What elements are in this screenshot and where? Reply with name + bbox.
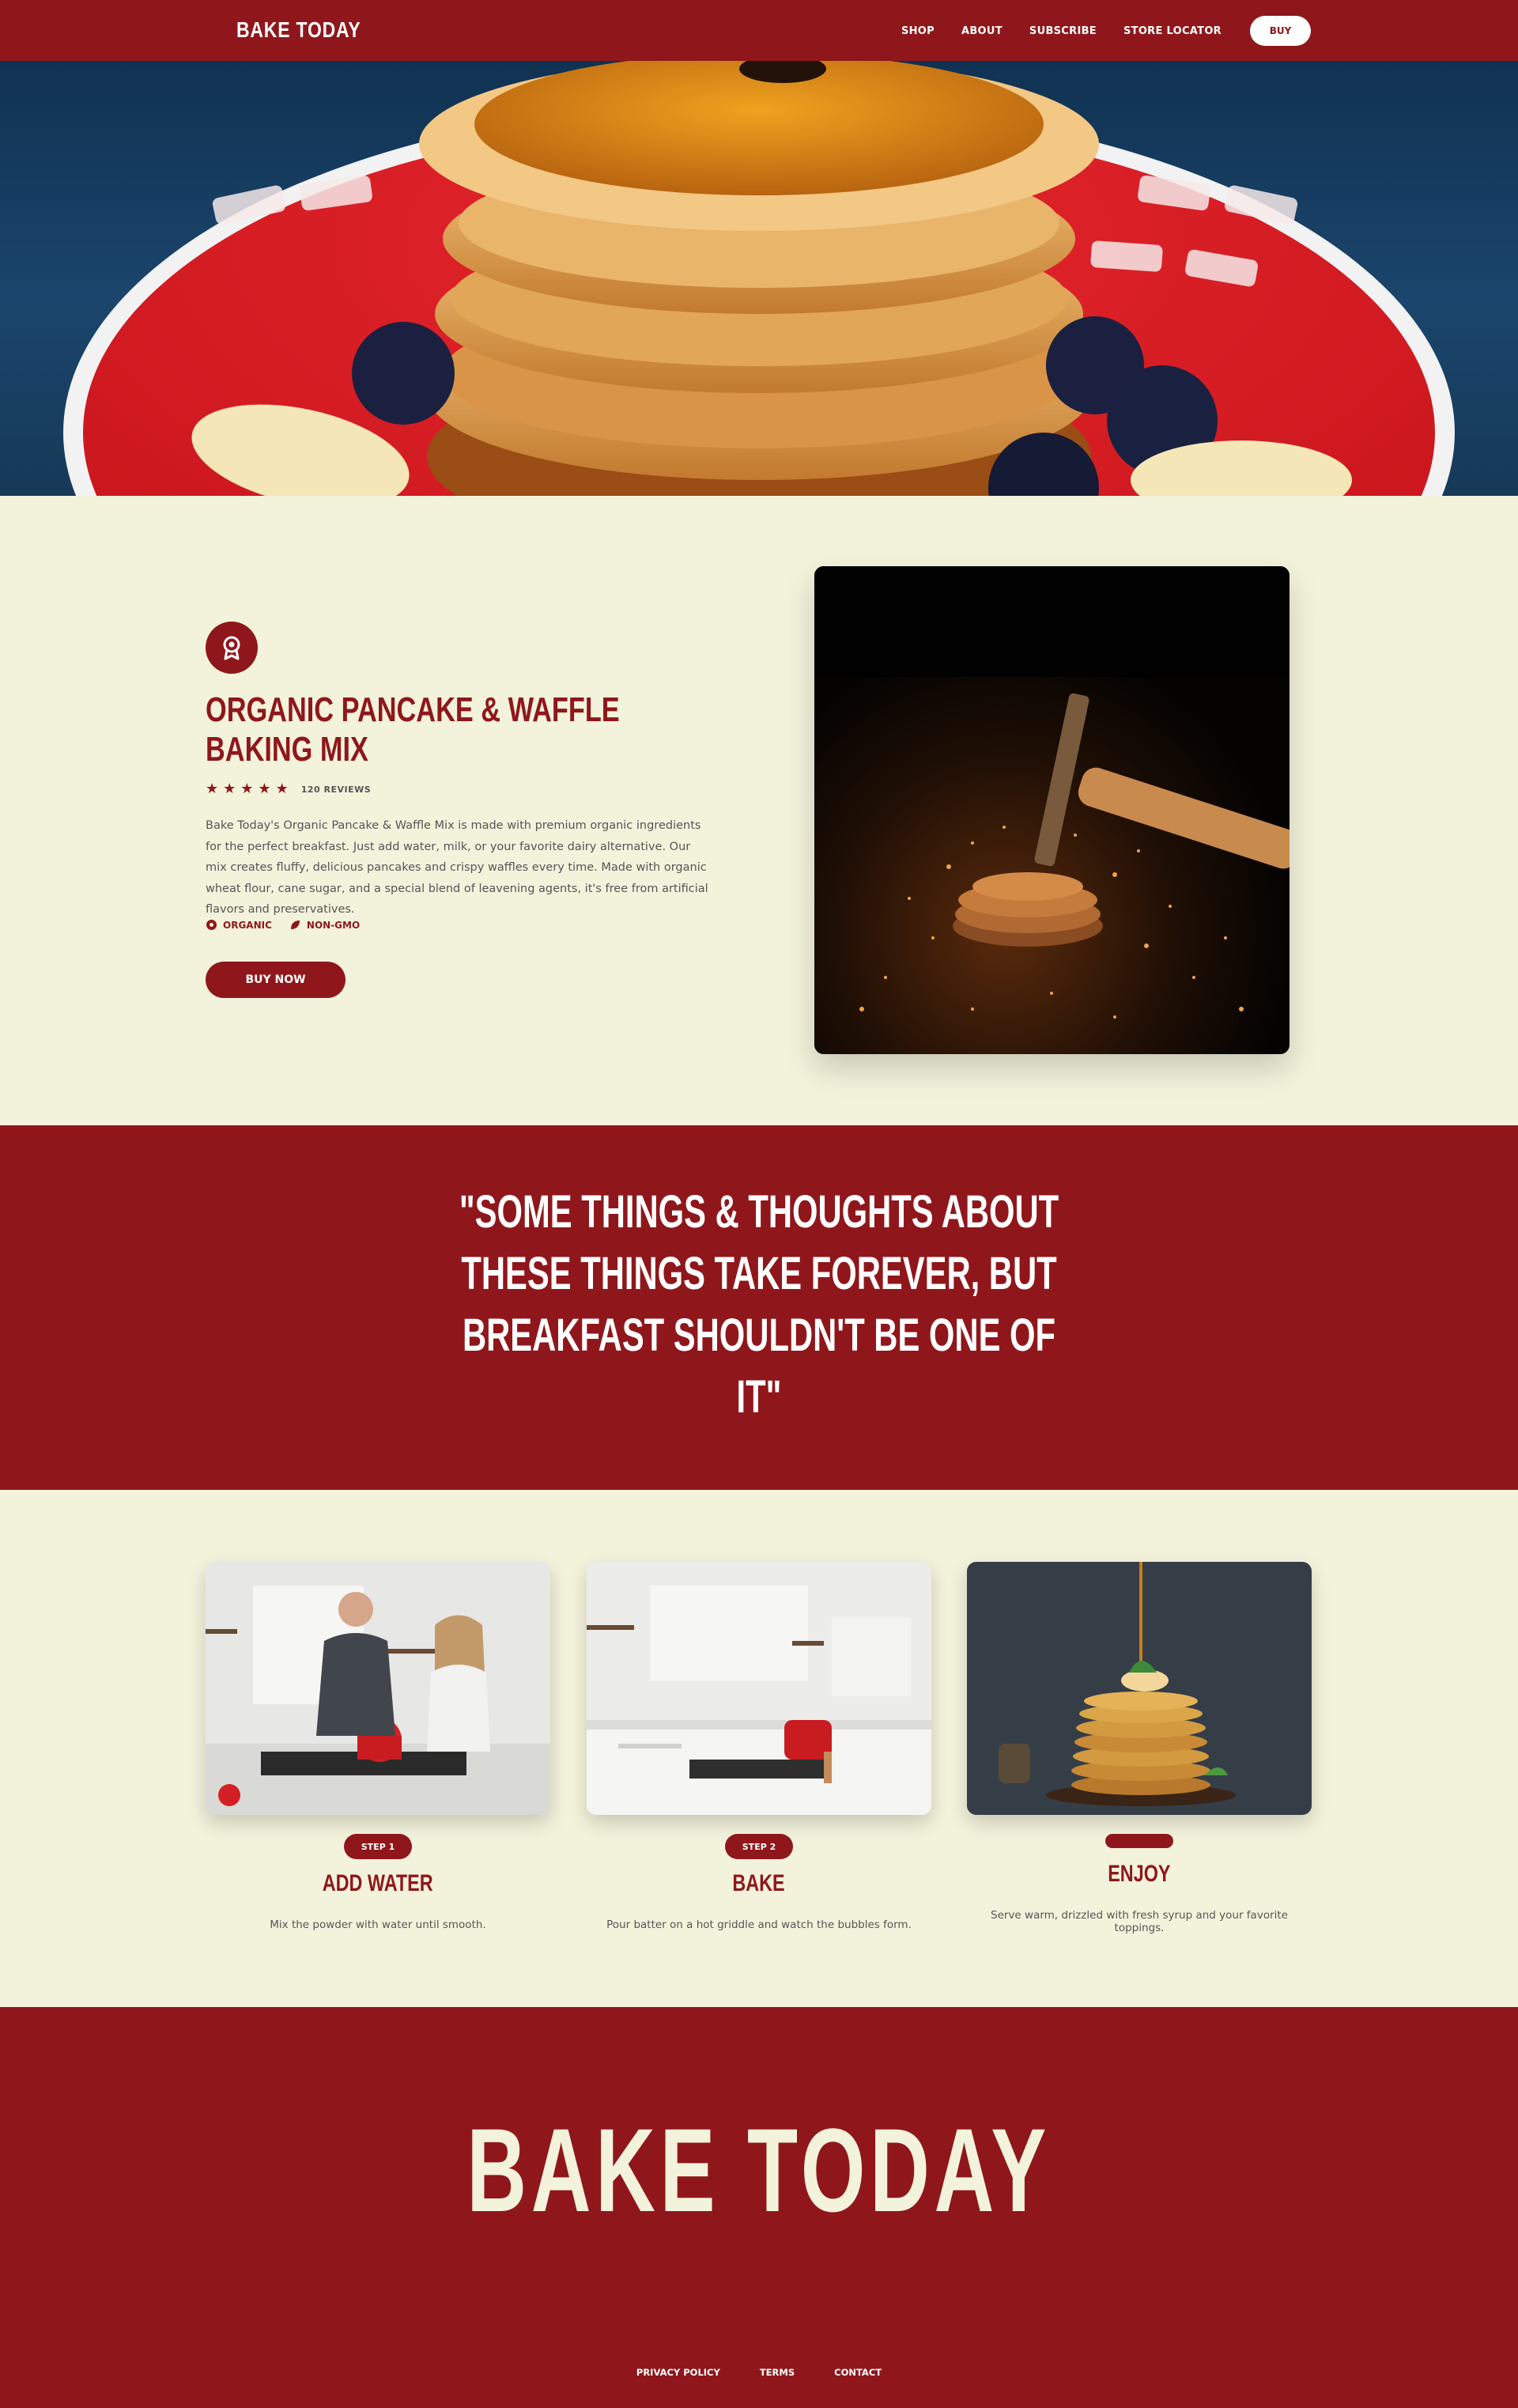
step-3-title: ENJOY	[1108, 1861, 1171, 1887]
footer-links: PRIVACY POLICY TERMS CONTACT	[0, 2367, 1518, 2378]
step-2-title: BAKE	[732, 1870, 786, 1896]
rating: ★ ★ ★ ★ ★ 120 REVIEWS	[206, 782, 371, 796]
reviews-count[interactable]: 120 REVIEWS	[301, 784, 371, 795]
step-2-image	[587, 1562, 931, 1815]
product-description: Bake Today's Organic Pancake & Waffle Mi…	[206, 819, 708, 916]
product-tags: ORGANIC NON-GMO	[206, 919, 360, 931]
leaf-icon	[290, 920, 300, 929]
nav-links: SHOP ABOUT SUBSCRIBE STORE LOCATOR BUY	[901, 16, 1311, 46]
dot-icon	[206, 920, 217, 930]
award-ribbon-icon	[206, 622, 258, 674]
product-image	[814, 566, 1290, 1054]
star-icon: ★	[223, 781, 236, 797]
quote-text: "SOME THINGS & THOUGHTS ABOUT THESE THIN…	[459, 1186, 1059, 1423]
buy-button[interactable]: BUY	[1250, 16, 1311, 46]
footer-link-privacy[interactable]: PRIVACY POLICY	[636, 2367, 720, 2378]
pancake-stack-illustration	[967, 1562, 1312, 1815]
tag-non-gmo-label: NON-GMO	[306, 919, 361, 931]
hammer-pancake-illustration	[814, 566, 1290, 1054]
footer-link-terms[interactable]: TERMS	[760, 2367, 795, 2378]
footer-brand: BAKE TODAY	[466, 2104, 1052, 2236]
product-section	[0, 496, 1518, 1125]
star-icon: ★	[258, 781, 271, 797]
tag-organic-label: ORGANIC	[223, 919, 272, 931]
step-1-pill: STEP 1	[344, 1834, 412, 1859]
step-3-pill	[1105, 1834, 1173, 1848]
nav-link-about[interactable]: ABOUT	[961, 25, 1003, 37]
star-icon: ★	[240, 781, 254, 797]
step-2-desc: Pour batter on a hot griddle and watch t…	[606, 1918, 912, 1931]
star-icon: ★	[206, 781, 219, 797]
footer-link-contact[interactable]: CONTACT	[834, 2367, 882, 2378]
star-icon: ★	[275, 781, 289, 797]
top-nav: BAKE TODAY SHOP ABOUT SUBSCRIBE STORE LO…	[0, 0, 1518, 61]
nav-link-store-locator[interactable]: STORE LOCATOR	[1123, 25, 1222, 37]
step-card-2: STEP 2 BAKE Pour batter on a hot griddle…	[587, 1562, 931, 1931]
buy-now-button[interactable]: BUY NOW	[206, 962, 346, 998]
step-card-3: ENJOY Serve warm, drizzled with fresh sy…	[967, 1562, 1312, 1934]
step-1-image	[206, 1562, 550, 1815]
step-1-desc: Mix the powder with water until smooth.	[270, 1918, 486, 1931]
tag-non-gmo: NON-GMO	[289, 919, 360, 931]
hero-image	[0, 61, 1518, 496]
hero-pancake-illustration	[63, 61, 1455, 496]
step-1-title: ADD WATER	[323, 1870, 433, 1896]
logo[interactable]: BAKE TODAY	[236, 17, 361, 43]
product-title: ORGANIC PANCAKE & WAFFLE BAKING MIX	[206, 690, 620, 769]
tag-organic: ORGANIC	[206, 919, 272, 931]
kitchen-stove-illustration	[587, 1562, 931, 1815]
step-card-1: STEP 1 ADD WATER Mix the powder with wat…	[206, 1562, 550, 1931]
nav-link-shop[interactable]: SHOP	[901, 25, 935, 37]
step-2-pill: STEP 2	[725, 1834, 793, 1859]
step-3-image	[967, 1562, 1312, 1815]
step-3-desc: Serve warm, drizzled with fresh syrup an…	[991, 1909, 1288, 1934]
couple-cooking-illustration	[206, 1562, 550, 1815]
nav-link-subscribe[interactable]: SUBSCRIBE	[1029, 25, 1097, 37]
